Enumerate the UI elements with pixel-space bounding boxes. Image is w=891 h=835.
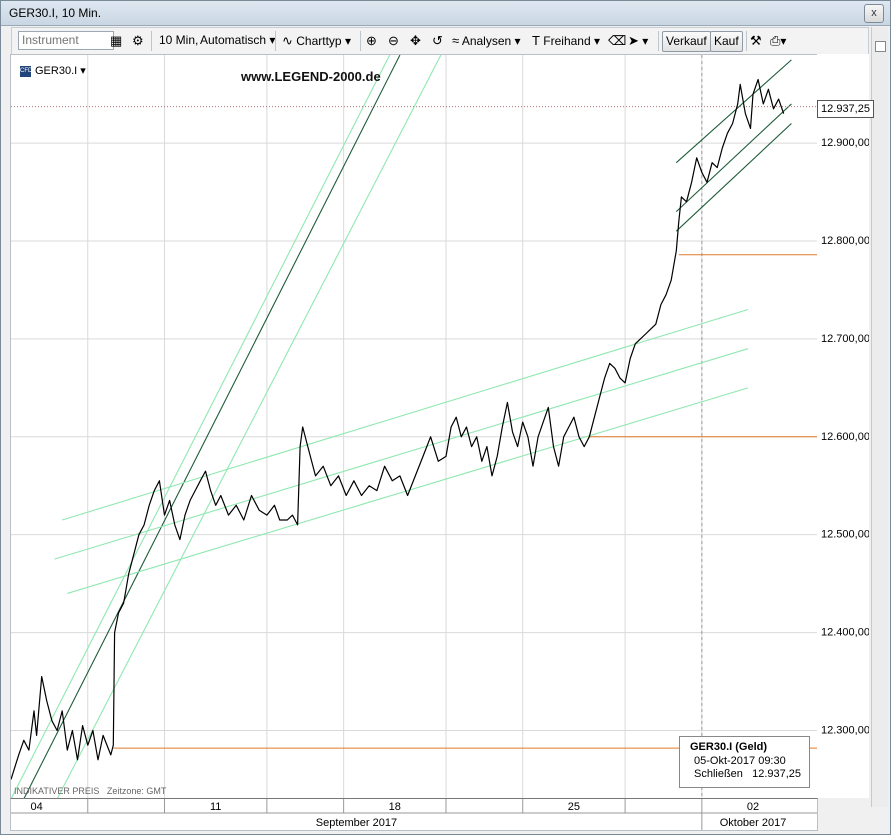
verkauf-button[interactable]: Verkauf <box>662 31 711 52</box>
symbol-label: GER30.I <box>35 65 78 77</box>
current-price-label: 12.937,25 <box>817 100 874 118</box>
charttyp-dropdown[interactable]: ∿ Charttyp ▾ <box>282 31 351 50</box>
y-tick-label: 12.600,00 <box>821 431 869 443</box>
chart-footer: INDIKATIVER PREIS Zeitzone: GMT <box>14 786 166 796</box>
info-box-close-label: Schließen <box>694 768 743 780</box>
timezone-label: Zeitzone: GMT <box>106 786 167 796</box>
chevron-down-icon: ▾ <box>344 34 351 48</box>
instrument-input[interactable] <box>18 31 114 50</box>
print-dropdown[interactable]: ⎙▾ <box>770 31 786 50</box>
y-tick-label: 12.700,00 <box>821 333 869 345</box>
y-tick-label: 12.400,00 <box>821 627 869 639</box>
line-chart-icon: ∿ <box>282 33 293 48</box>
zoom-out-icon[interactable]: ⊖ <box>388 31 399 50</box>
mode-label: Automatisch <box>200 33 267 47</box>
indicator-icon: ≈ <box>452 33 460 48</box>
chevron-down-icon: ▾ <box>80 65 86 77</box>
instrument-list-icon[interactable]: ▦ <box>110 31 122 50</box>
y-axis-svg: 12.900,00 12.800,00 12.700,00 12.600,00 12.5… <box>821 137 870 736</box>
x-tick-label: 11 <box>210 801 221 813</box>
info-box-title: GER30.I (Geld) <box>690 741 768 753</box>
text-tool-icon: T <box>532 33 540 48</box>
chevron-down-icon: ▾ <box>594 34 601 48</box>
charttyp-label: Charttyp <box>296 34 342 48</box>
move-icon[interactable]: ✥ <box>410 31 421 50</box>
y-tick-label: 12.300,00 <box>821 724 869 736</box>
y-tick-label: 12.900,00 <box>821 137 869 149</box>
chevron-down-icon: ▾ <box>642 34 649 48</box>
price-line <box>11 78 785 780</box>
settings-icon[interactable]: ⚙ <box>132 31 144 50</box>
y-tick-label: 12.500,00 <box>821 529 869 541</box>
title-bar: GER30.I, 10 Min. x <box>1 1 890 26</box>
close-button[interactable]: x <box>864 4 884 23</box>
chevron-down-icon: ▾ <box>780 34 787 48</box>
x-tick-label: 04 <box>30 801 42 813</box>
info-box-close: Schließen 12.937,25 <box>694 768 801 781</box>
month-label: September 2017 <box>316 817 397 829</box>
y-axis: 12.900,00 12.800,00 12.700,00 12.600,00 12.5… <box>817 54 870 798</box>
cfd-badge: CFD <box>20 65 32 77</box>
pointer-dropdown[interactable]: ➤ ▾ <box>628 31 648 50</box>
price-type-label: INDIKATIVER PREIS <box>14 786 100 796</box>
symbol-selector[interactable]: CFD GER30.I ▾ <box>20 64 86 77</box>
chevron-down-icon: ▾ <box>514 34 521 48</box>
x-tick-label: 02 <box>747 801 759 813</box>
analysen-dropdown[interactable]: ≈ Analysen ▾ <box>452 31 521 50</box>
info-box: GER30.I (Geld) 05-Okt-2017 09:30 Schließ… <box>679 736 810 788</box>
trend-line <box>54 348 749 560</box>
window-title: GER30.I, 10 Min. <box>9 6 102 20</box>
x-axis-svg: 04 11 18 25 02 September 2017 Oktober 2017 <box>11 799 817 830</box>
month-label: Oktober 2017 <box>720 817 787 829</box>
reset-icon[interactable]: ↺ <box>432 31 443 50</box>
kauf-button[interactable]: Kauf <box>710 31 743 52</box>
freihand-dropdown[interactable]: T Freihand ▾ <box>532 31 600 50</box>
trend-line <box>675 123 792 232</box>
pointer-icon: ➤ <box>628 33 639 48</box>
info-box-datetime: 05-Okt-2017 09:30 <box>694 755 786 767</box>
trend-line <box>67 387 749 594</box>
vertical-scrollbar[interactable] <box>871 27 888 807</box>
freihand-label: Freihand <box>543 34 591 48</box>
scroll-handle[interactable] <box>875 41 886 52</box>
interval-label[interactable]: 10 Min, <box>159 31 198 50</box>
trend-line <box>11 55 391 799</box>
mode-dropdown[interactable]: Automatisch ▾ <box>200 31 275 50</box>
trend-line <box>675 59 792 164</box>
eraser-icon[interactable]: ⌫ <box>608 31 626 50</box>
analysen-label: Analysen <box>461 34 512 48</box>
trend-line <box>56 55 442 799</box>
chart-area[interactable] <box>10 54 818 800</box>
info-box-close-value: 12.937,25 <box>752 768 802 780</box>
tools-icon[interactable]: ⚒ <box>750 31 762 50</box>
x-tick-label: 18 <box>389 801 401 813</box>
x-tick-label: 25 <box>568 801 580 813</box>
chart-toolbar: ▦ ⚙ 10 Min, Automatisch ▾ ∿ Charttyp ▾ ⊕… <box>11 27 869 55</box>
zoom-in-icon[interactable]: ⊕ <box>366 31 377 50</box>
y-tick-label: 12.800,00 <box>821 235 869 247</box>
watermark-url: www.LEGEND-2000.de <box>241 69 381 84</box>
print-icon: ⎙ <box>770 33 781 48</box>
x-axis: 04 11 18 25 02 September 2017 Oktober 2017 <box>10 798 818 831</box>
price-chart[interactable] <box>11 55 817 799</box>
